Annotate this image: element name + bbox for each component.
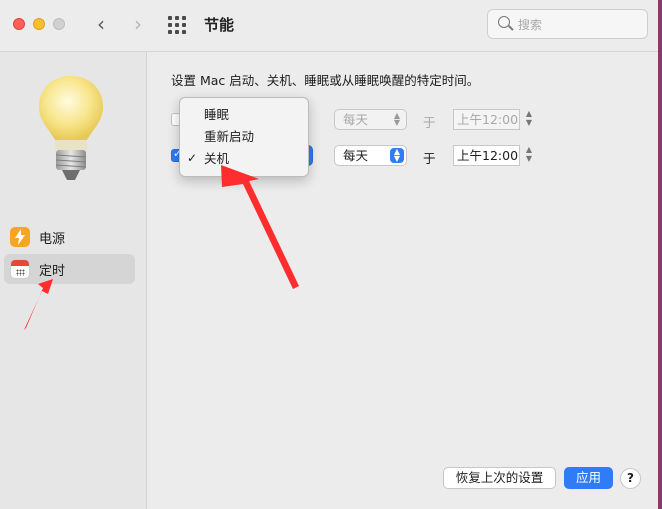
search-icon <box>498 16 510 28</box>
menu-item-label: 重新启动 <box>204 129 255 144</box>
search-placeholder: 搜索 <box>518 18 543 32</box>
apply-button[interactable]: 应用 <box>564 467 613 489</box>
menu-item-sleep[interactable]: 睡眠 <box>180 104 308 125</box>
menu-item-label: 关机 <box>204 151 230 166</box>
sidebar-item-power[interactable]: 电源 <box>4 222 135 252</box>
day-popup-value: 每天 <box>343 112 369 127</box>
at-label: 于 <box>423 115 436 130</box>
updown-chevron-icon: ▲ ▼ <box>393 111 401 127</box>
time-stepper-1[interactable]: ▲ ▼ <box>523 109 535 130</box>
sidebar-item-label: 电源 <box>39 232 66 247</box>
show-all-grid-icon[interactable] <box>168 16 186 34</box>
sidebar: 电源 定时 <box>0 52 147 509</box>
zoom-window-button[interactable] <box>53 18 65 30</box>
at-label: 于 <box>423 151 436 166</box>
time-stepper-2[interactable]: ▲ ▼ <box>523 145 535 166</box>
sidebar-item-schedule[interactable]: 定时 <box>4 254 135 284</box>
menu-item-label: 睡眠 <box>204 107 230 122</box>
search-field[interactable]: 搜索 <box>487 9 648 39</box>
minimize-window-button[interactable] <box>33 18 45 30</box>
sidebar-item-label: 定时 <box>39 264 66 279</box>
window-title: 节能 <box>204 16 235 34</box>
toolbar: ‹ › 节能 搜索 <box>0 0 662 52</box>
lightbulb-icon <box>39 76 103 180</box>
menu-item-shutdown[interactable]: ✓ 关机 <box>180 148 308 169</box>
time-field-2[interactable]: 上午12:00 <box>453 145 520 166</box>
updown-chevron-icon: ▲ ▼ <box>390 148 404 163</box>
day-popup-value: 每天 <box>343 148 369 163</box>
forward-chevron-icon[interactable]: › <box>127 13 149 35</box>
action-dropdown-menu: 睡眠 重新启动 ✓ 关机 <box>179 97 309 177</box>
time-field-1[interactable]: 上午12:00 <box>453 109 520 130</box>
menu-item-restart[interactable]: 重新启动 <box>180 126 308 147</box>
calendar-icon <box>10 259 30 279</box>
desktop-edge <box>658 0 662 509</box>
checkmark-icon: ✓ <box>187 151 198 165</box>
close-window-button[interactable] <box>13 18 25 30</box>
help-button[interactable]: ? <box>620 468 641 489</box>
day-popup-1[interactable]: 每天 ▲ ▼ <box>334 109 407 130</box>
schedule-description: 设置 Mac 启动、关机、睡眠或从睡眠唤醒的特定时间。 <box>171 73 480 88</box>
restore-settings-button[interactable]: 恢复上次的设置 <box>443 467 556 489</box>
power-bolt-icon <box>10 227 30 247</box>
back-chevron-icon[interactable]: ‹ <box>90 13 112 35</box>
day-popup-2[interactable]: 每天 ▲ ▼ <box>334 145 407 166</box>
